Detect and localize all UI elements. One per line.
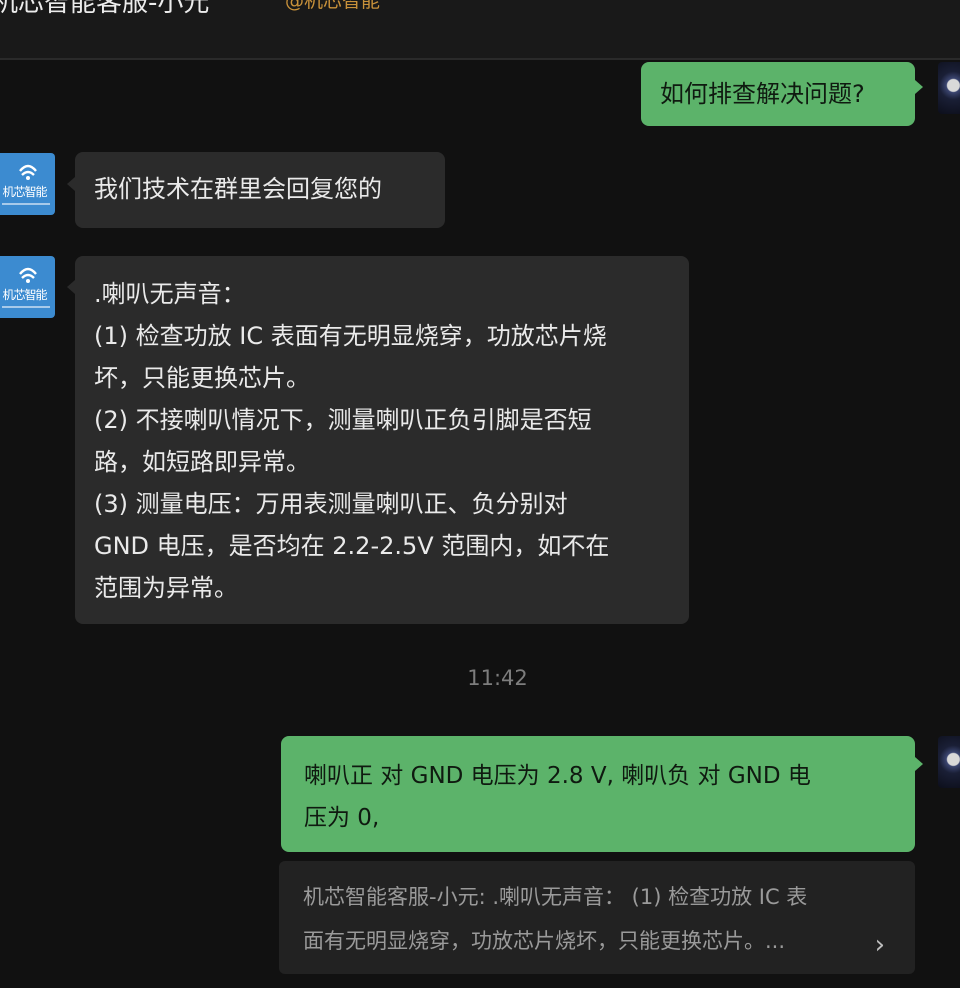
message-line: 喇叭正 对 GND 电压为 2.8 V, 喇叭负 对 GND 电 <box>304 763 811 789</box>
message-line: 路，如短路即异常。 <box>94 448 310 476</box>
bot-logo-icon <box>17 163 39 181</box>
message-line: GND 电压，是否均在 2.2-2.5V 范围内，如不在 <box>94 532 610 560</box>
bubble-tail <box>67 177 75 191</box>
message-text: 如何排查解决问题? <box>660 80 865 108</box>
bot-logo-text: 机芯智能 <box>2 288 47 302</box>
quoted-message[interactable]: 机芯智能客服-小元: .喇叭无声音： (1) 检查功放 IC 表 面有无明显烧穿… <box>279 861 915 974</box>
self-avatar[interactable] <box>938 736 960 788</box>
chat-title[interactable]: 机芯智能客服-小元 <box>0 0 209 19</box>
chat-title-tag: @机芯智能 <box>285 0 381 12</box>
bot-avatar[interactable]: 机芯智能 <box>0 256 55 318</box>
bubble-tail <box>915 80 923 94</box>
message-bubble-self[interactable]: 喇叭正 对 GND 电压为 2.8 V, 喇叭负 对 GND 电 压为 0, <box>281 736 915 852</box>
bot-logo-text: 机芯智能 <box>2 185 47 199</box>
message-line: (2) 不接喇叭情况下，测量喇叭正负引脚是否短 <box>94 406 592 434</box>
bot-logo-divider <box>1 203 50 205</box>
bubble-tail <box>915 757 923 771</box>
message-line: (3) 测量电压：万用表测量喇叭正、负分别对 <box>94 490 568 518</box>
bubble-tail <box>67 280 75 294</box>
bot-logo-icon <box>17 266 39 284</box>
message-line: .喇叭无声音： <box>94 280 246 308</box>
bot-logo-divider <box>1 306 50 308</box>
timestamp: 11:42 <box>467 666 528 690</box>
bot-avatar[interactable]: 机芯智能 <box>0 153 55 215</box>
message-bubble-other[interactable]: .喇叭无声音： (1) 检查功放 IC 表面有无明显烧穿，功放芯片烧 坏，只能更… <box>75 256 689 624</box>
message-text: 我们技术在群里会回复您的 <box>94 175 382 203</box>
quoted-line: 面有无明显烧穿，功放芯片烧坏，只能更换芯片。... <box>303 929 786 953</box>
self-avatar[interactable] <box>938 62 960 114</box>
message-line: 压为 0, <box>304 805 380 831</box>
message-line: (1) 检查功放 IC 表面有无明显烧穿，功放芯片烧 <box>94 322 607 350</box>
message-line: 范围为异常。 <box>94 574 238 602</box>
message-bubble-self[interactable]: 如何排查解决问题? <box>641 62 915 126</box>
chevron-right-icon[interactable]: › <box>875 923 885 967</box>
chat-header: 机芯智能客服-小元 @机芯智能 <box>0 0 960 60</box>
message-line: 坏，只能更换芯片。 <box>94 364 310 392</box>
message-bubble-other[interactable]: 我们技术在群里会回复您的 <box>75 152 445 228</box>
quoted-line: 机芯智能客服-小元: .喇叭无声音： (1) 检查功放 IC 表 <box>303 885 808 909</box>
